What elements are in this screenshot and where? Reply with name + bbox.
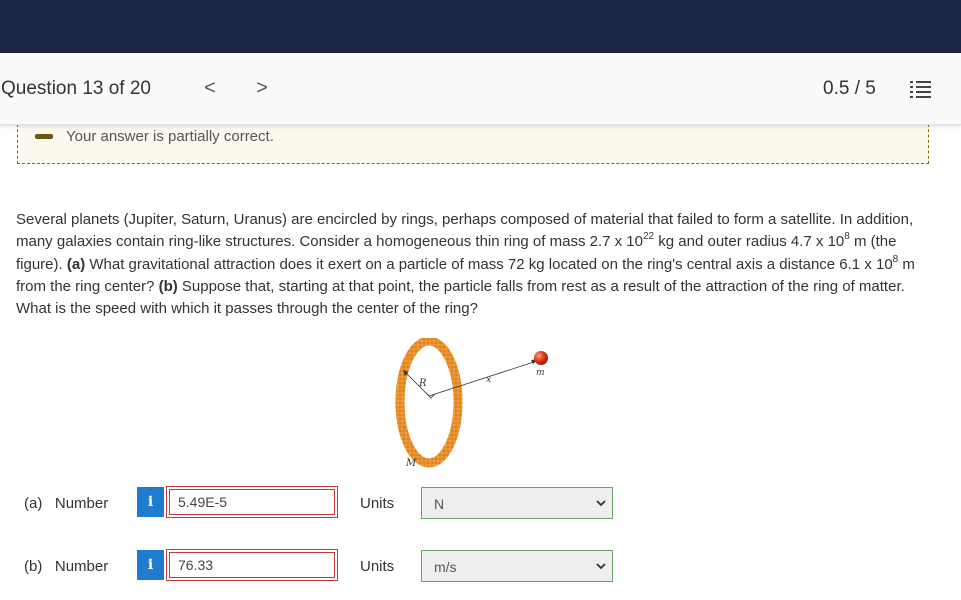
partial-correct-icon <box>35 134 53 139</box>
units-selected-value: N <box>434 496 445 512</box>
units-selected-value: m/s <box>434 559 457 575</box>
feedback-text: Your answer is partially correct. <box>66 128 274 145</box>
part-a-label: (a) <box>66 255 86 273</box>
feedback-banner: Your answer is partially correct. <box>17 124 929 164</box>
label-m: m <box>536 368 545 378</box>
axis-line <box>428 359 541 397</box>
previous-question-button[interactable]: < <box>200 77 220 99</box>
question-text-part: What gravitational attraction does it ex… <box>85 255 893 273</box>
part-b-number-label: (b) Number <box>24 558 108 575</box>
chevron-down-icon <box>596 563 606 570</box>
units-label: Units <box>360 495 395 512</box>
answer-row-a: (a) Number i Units N <box>0 486 961 521</box>
part-a-number-label: (a) Number <box>24 495 108 512</box>
part-label: (a) <box>24 495 43 512</box>
top-banner <box>0 0 961 53</box>
label-R: R <box>418 378 427 389</box>
number-input-a[interactable] <box>169 489 335 515</box>
list-icon[interactable] <box>909 78 933 100</box>
answer-row-b: (b) Number i Units m/s <box>0 549 961 584</box>
info-button[interactable]: i <box>137 550 164 580</box>
part-label: (b) <box>24 558 43 575</box>
next-question-button[interactable]: > <box>252 77 272 99</box>
number-input-wrapper <box>166 486 338 518</box>
ring <box>395 336 463 468</box>
number-label: Number <box>54 495 109 512</box>
question-text: Several planets (Jupiter, Saturn, Uranus… <box>16 209 936 320</box>
question-text-part: kg and outer radius 4.7 x 10 <box>654 233 845 251</box>
exponent: 8 <box>844 231 850 243</box>
label-x: x <box>486 375 491 385</box>
part-b-label: (b) <box>158 277 178 295</box>
number-input-b[interactable] <box>169 552 335 578</box>
number-input-wrapper <box>166 549 338 581</box>
number-label: Number <box>54 558 109 575</box>
question-nav-bar: Question 13 of 20 < > 0.5 / 5 <box>0 53 961 125</box>
units-select-a[interactable]: N <box>421 487 613 519</box>
exponent: 22 <box>643 231 655 243</box>
info-button[interactable]: i <box>137 487 164 517</box>
exponent: 8 <box>892 253 899 265</box>
ring-figure: R x m M <box>395 336 555 473</box>
chevron-down-icon <box>596 500 606 507</box>
score-display: 0.5 / 5 <box>823 78 876 99</box>
units-label: Units <box>360 558 395 575</box>
question-title: Question 13 of 20 <box>1 78 151 99</box>
label-M: M <box>405 458 417 469</box>
units-select-b[interactable]: m/s <box>421 550 613 582</box>
particle <box>534 351 548 365</box>
ring-diagram: R x m M <box>395 336 548 469</box>
